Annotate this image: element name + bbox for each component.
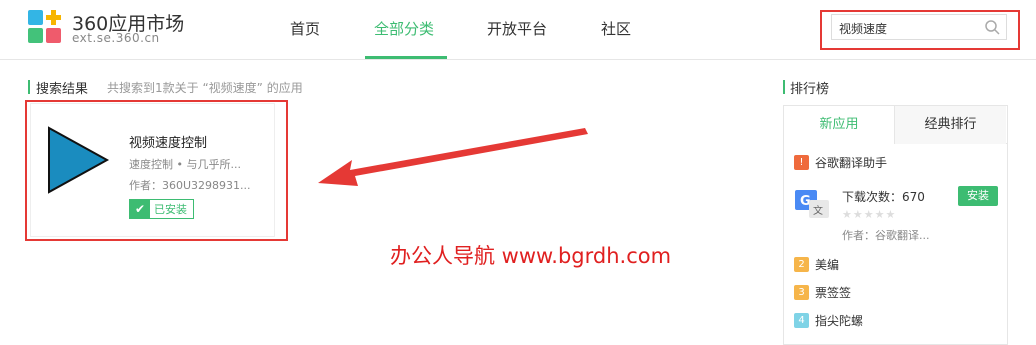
search-results-summary: 共搜索到1款关于 “视频速度” 的应用 [107, 81, 303, 95]
section-marker [28, 80, 30, 94]
rank-number: 3 [794, 285, 809, 300]
rank-item-name: 谷歌翻译助手 [815, 156, 888, 170]
nav-community[interactable]: 社区 [601, 18, 631, 39]
rating-stars: ★★★★★ [842, 208, 897, 221]
rank-item[interactable]: 2 美编 [794, 256, 839, 273]
tab-new-apps[interactable]: 新应用 [784, 106, 895, 144]
logo-subtitle: ext.se.360.cn [72, 31, 160, 45]
rank-item[interactable]: 3 票签签 [794, 284, 851, 301]
top-app-author: 作者：谷歌翻译... [842, 229, 930, 242]
nav-open-platform[interactable]: 开放平台 [487, 18, 547, 39]
watermark-text: 办公人导航 www.bgrdh.com [390, 244, 672, 268]
download-count: 下载次数：670 [842, 190, 925, 204]
active-nav-underline [365, 56, 447, 59]
ranking-panel: 新应用 经典排行 ! 谷歌翻译助手 G 文 下载次数：670 ★★★★★ 作者：… [783, 105, 1008, 345]
search-results-title: 搜索结果 [36, 82, 89, 97]
nav-home[interactable]: 首页 [290, 18, 320, 39]
rank-number: ! [794, 155, 809, 170]
install-button[interactable]: 安装 [958, 186, 998, 206]
ranking-tabs: 新应用 经典排行 [784, 106, 1007, 144]
rank-item[interactable]: ! 谷歌翻译助手 [794, 154, 887, 171]
tab-classic-ranking[interactable]: 经典排行 [895, 106, 1006, 144]
nav-all-categories[interactable]: 全部分类 [374, 18, 434, 39]
search-highlight-box [820, 10, 1020, 50]
top-app-detail: G 文 下载次数：670 ★★★★★ 作者：谷歌翻译... 安装 [794, 184, 999, 244]
rank-item-name: 票签签 [815, 286, 852, 300]
rank-number: 4 [794, 313, 809, 328]
result-highlight-box [25, 100, 288, 241]
rank-number: 2 [794, 257, 809, 272]
ranking-title: 排行榜 [790, 82, 830, 97]
svg-text:文: 文 [813, 204, 823, 217]
ranking-marker [783, 80, 785, 94]
rank-item-name: 美编 [815, 258, 840, 272]
google-translate-icon[interactable]: G 文 [794, 188, 830, 220]
app-market-logo-icon[interactable] [28, 10, 62, 44]
rank-item[interactable]: 4 指尖陀螺 [794, 312, 863, 329]
rank-item-name: 指尖陀螺 [815, 314, 864, 328]
